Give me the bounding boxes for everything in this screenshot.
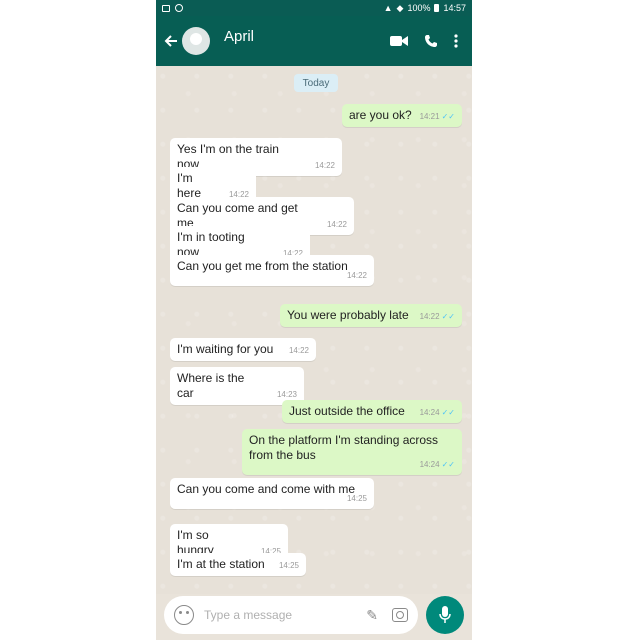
paperclip-icon[interactable]: ✎ bbox=[366, 607, 378, 624]
message-time: 14:22 bbox=[419, 312, 440, 321]
microphone-icon bbox=[439, 606, 451, 623]
back-arrow-icon[interactable] bbox=[164, 34, 178, 48]
message-time: 14:22 bbox=[346, 271, 367, 280]
message-time: 14:21 bbox=[419, 112, 440, 121]
battery-icon bbox=[434, 4, 440, 12]
date-divider: Today bbox=[294, 74, 338, 92]
message-time: 14:25 bbox=[278, 561, 299, 570]
message-time: 14:22 bbox=[314, 161, 335, 170]
message-time: 14:22 bbox=[326, 220, 347, 229]
message-composer: ✎ bbox=[164, 596, 418, 634]
message-time: 14:25 bbox=[346, 494, 367, 503]
message-bubble-incoming[interactable]: Can you come and come with me 14:25 bbox=[170, 478, 374, 509]
message-time: 14:24 bbox=[419, 408, 440, 417]
gallery-icon bbox=[162, 4, 170, 12]
contact-name[interactable]: April bbox=[224, 28, 254, 45]
read-receipt-icon: ✓✓ bbox=[441, 460, 455, 469]
message-bubble-outgoing[interactable]: You were probably late 14:22 ✓✓ bbox=[280, 304, 462, 327]
message-time: 14:22 bbox=[288, 346, 309, 355]
sync-icon bbox=[175, 4, 183, 12]
read-receipt-icon: ✓✓ bbox=[441, 408, 455, 417]
read-receipt-icon: ✓✓ bbox=[441, 312, 455, 321]
avatar[interactable] bbox=[182, 27, 210, 55]
camera-icon[interactable] bbox=[392, 608, 408, 622]
message-bubble-incoming[interactable]: I'm at the station 14:25 bbox=[170, 553, 306, 576]
phone-screen: ▲ ◆ 100% 14:57 April Today are you ok? 1… bbox=[156, 0, 472, 640]
wifi-icon: ◆ bbox=[396, 2, 404, 13]
battery-level: 100% bbox=[407, 3, 431, 13]
status-bar: ▲ ◆ 100% 14:57 bbox=[156, 0, 472, 16]
message-bubble-outgoing[interactable]: are you ok? 14:21 ✓✓ bbox=[342, 104, 462, 127]
message-bubble-outgoing[interactable]: On the platform I'm standing across from… bbox=[242, 429, 462, 475]
message-bubble-outgoing[interactable]: Just outside the office 14:24 ✓✓ bbox=[282, 400, 462, 423]
message-text: Can you come and come with me bbox=[177, 482, 356, 496]
emoji-icon[interactable] bbox=[174, 605, 194, 625]
chat-header: April bbox=[156, 16, 472, 66]
message-text: Can you get me from the station bbox=[177, 259, 348, 273]
message-bubble-incoming[interactable]: I'm waiting for you 14:22 bbox=[170, 338, 316, 361]
video-call-icon[interactable] bbox=[390, 35, 408, 47]
signal-icon: ▲ bbox=[383, 3, 393, 13]
message-bubble-incoming[interactable]: Where is the car 14:23 bbox=[170, 367, 304, 405]
message-time: 14:24 bbox=[419, 460, 440, 469]
voice-message-button[interactable] bbox=[426, 596, 464, 634]
message-bubble-incoming[interactable]: Can you get me from the station 14:22 bbox=[170, 255, 374, 286]
read-receipt-icon: ✓✓ bbox=[441, 112, 455, 121]
clock: 14:57 bbox=[443, 3, 466, 13]
more-options-icon[interactable] bbox=[454, 34, 458, 48]
message-input[interactable] bbox=[204, 608, 354, 622]
phone-call-icon[interactable] bbox=[424, 34, 438, 48]
